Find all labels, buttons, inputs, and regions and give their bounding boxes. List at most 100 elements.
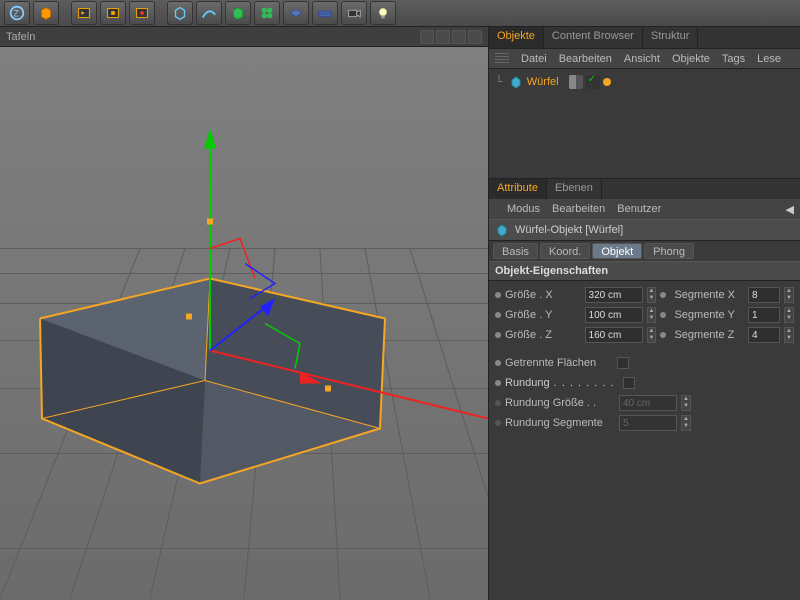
menu-datei[interactable]: Datei [521, 53, 547, 65]
spinner[interactable]: ▲▼ [784, 327, 794, 343]
tab-attribute[interactable]: Attribute [489, 179, 547, 199]
cube-icon [495, 223, 509, 237]
tab-content-browser[interactable]: Content Browser [544, 27, 643, 48]
viewport-title: Tafeln [6, 31, 35, 43]
spinner: ▲▼ [681, 415, 691, 431]
separate-faces-checkbox[interactable] [617, 357, 629, 369]
menu-benutzer[interactable]: Benutzer [617, 203, 661, 215]
spinner[interactable]: ▲▼ [647, 307, 657, 323]
phong-tag[interactable] [586, 75, 600, 89]
prop-label: Größe . X [505, 289, 581, 301]
viewport-scene [0, 47, 488, 600]
cube-primitive-button[interactable] [33, 1, 59, 25]
camera-tool-button[interactable] [341, 1, 367, 25]
size-x-input[interactable] [585, 287, 643, 303]
tab-objekte[interactable]: Objekte [489, 27, 544, 48]
segments-y-input[interactable] [748, 307, 780, 323]
back-arrow-icon[interactable]: ◀ [786, 203, 794, 216]
menu-tags[interactable]: Tags [722, 53, 745, 65]
properties-panel: Größe . X ▲▼ Segmente X ▲▼ Größe . Y ▲▼ … [489, 281, 800, 437]
prop-label: Größe . Y [505, 309, 581, 321]
menu-bearbeiten[interactable]: Bearbeiten [559, 53, 612, 65]
tab-ebenen[interactable]: Ebenen [547, 179, 602, 199]
array-tool-button[interactable] [254, 1, 280, 25]
bullet-icon [495, 420, 501, 426]
visibility-tag[interactable] [569, 75, 583, 89]
prop-label: Segmente Z [674, 329, 744, 341]
viewport-nav-icon[interactable] [420, 30, 434, 44]
segments-x-input[interactable] [748, 287, 780, 303]
object-title: Würfel-Objekt [Würfel] [515, 224, 623, 236]
timeline-keyframe-button[interactable] [100, 1, 126, 25]
subtab-basis[interactable]: Basis [493, 243, 538, 259]
tab-struktur[interactable]: Struktur [643, 27, 699, 48]
object-tree[interactable]: └ Würfel [489, 69, 800, 179]
prop-label: Rundung Größe . . [505, 397, 615, 409]
top-toolbar: Z [0, 0, 800, 27]
prop-label: Größe . Z [505, 329, 581, 341]
viewport-nav-icon[interactable] [468, 30, 482, 44]
selection-indicator-icon [603, 78, 611, 86]
light-tool-button[interactable] [370, 1, 396, 25]
timeline-start-button[interactable] [71, 1, 97, 25]
size-z-input[interactable] [585, 327, 643, 343]
prop-label: Getrennte Flächen [505, 357, 613, 369]
prop-label: Rundung [505, 377, 550, 389]
cube-tool-button[interactable] [167, 1, 193, 25]
subtab-koord[interactable]: Koord. [540, 243, 590, 259]
grip-icon[interactable] [495, 53, 509, 65]
section-header: Objekt-Eigenschaften [489, 261, 800, 281]
object-manager-tabs: Objekte Content Browser Struktur [489, 27, 800, 49]
spline-tool-button[interactable] [196, 1, 222, 25]
nurbs-tool-button[interactable] [225, 1, 251, 25]
subtab-objekt[interactable]: Objekt [592, 243, 642, 259]
prop-row-size-y: Größe . Y ▲▼ Segmente Y ▲▼ [495, 305, 794, 325]
viewport-nav-icon[interactable] [452, 30, 466, 44]
subtab-phong[interactable]: Phong [644, 243, 694, 259]
spinner: ▲▼ [681, 395, 691, 411]
prop-row-size-z: Größe . Z ▲▼ Segmente Z ▲▼ [495, 325, 794, 345]
rounding-segments-input [619, 415, 677, 431]
prop-label: Segmente Y [674, 309, 744, 321]
svg-text:Z: Z [13, 9, 19, 19]
attribute-menubar: Modus Bearbeiten Benutzer ◀ [489, 199, 800, 219]
bullet-icon [495, 380, 501, 386]
object-name: Würfel [527, 76, 559, 88]
viewport-3d[interactable] [0, 47, 488, 600]
object-manager-menubar: Datei Bearbeiten Ansicht Objekte Tags Le… [489, 49, 800, 69]
viewport-nav-icon[interactable] [436, 30, 450, 44]
spinner[interactable]: ▲▼ [647, 287, 657, 303]
menu-bearbeiten[interactable]: Bearbeiten [552, 203, 605, 215]
menu-modus[interactable]: Modus [507, 203, 540, 215]
bullet-icon [660, 332, 666, 338]
bullet-icon [495, 312, 501, 318]
object-title-bar: Würfel-Objekt [Würfel] [489, 219, 800, 241]
prop-label: Rundung Segmente [505, 417, 615, 429]
prop-row-rounding-segments: Rundung Segmente ▲▼ [495, 413, 794, 433]
prop-row-rounding-size: Rundung Größe . . ▲▼ [495, 393, 794, 413]
spinner[interactable]: ▲▼ [784, 287, 794, 303]
deformer-tool-button[interactable] [283, 1, 309, 25]
attribute-tabs: Attribute Ebenen [489, 179, 800, 199]
bullet-icon [495, 292, 501, 298]
prop-row-rounding: Rundung . . . . . . . . [495, 373, 794, 393]
prop-row-separate-faces: Getrennte Flächen [495, 353, 794, 373]
floor-tool-button[interactable] [312, 1, 338, 25]
size-y-input[interactable] [585, 307, 643, 323]
menu-objekte[interactable]: Objekte [672, 53, 710, 65]
spinner[interactable]: ▲▼ [784, 307, 794, 323]
rounding-checkbox[interactable] [623, 377, 635, 389]
rounding-size-input [619, 395, 677, 411]
cube-icon [509, 75, 523, 89]
bullet-icon [495, 360, 501, 366]
bullet-icon [495, 400, 501, 406]
right-panel: Objekte Content Browser Struktur Datei B… [488, 27, 800, 600]
timeline-play-button[interactable] [129, 1, 155, 25]
menu-ansicht[interactable]: Ansicht [624, 53, 660, 65]
menu-lese[interactable]: Lese [757, 53, 781, 65]
bullet-icon [660, 312, 666, 318]
spinner[interactable]: ▲▼ [647, 327, 657, 343]
undo-button[interactable]: Z [4, 1, 30, 25]
segments-z-input[interactable] [748, 327, 780, 343]
object-row-wurfel[interactable]: └ Würfel [495, 73, 794, 91]
